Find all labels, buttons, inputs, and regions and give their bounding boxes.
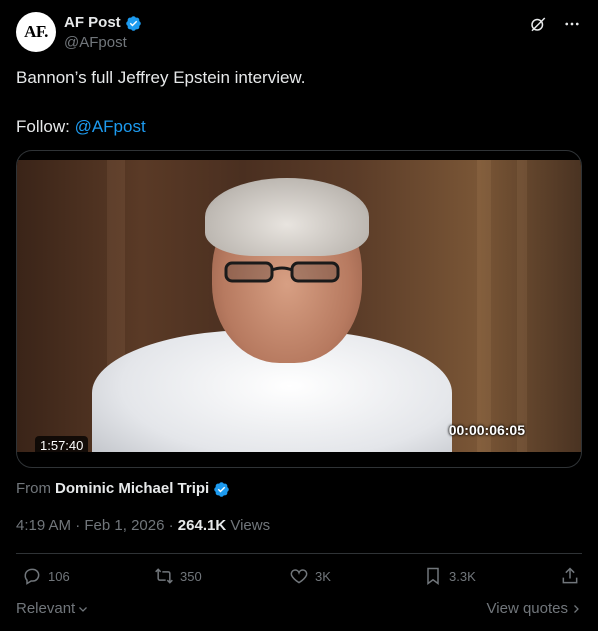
verified-badge-icon bbox=[125, 15, 141, 31]
sort-dropdown[interactable]: Relevant bbox=[16, 600, 89, 617]
repost-count: 350 bbox=[180, 568, 202, 584]
video-player[interactable]: 00:00:06:05 1:57:40 bbox=[16, 150, 582, 468]
source-attribution: From Dominic Michael Tripi bbox=[16, 479, 230, 499]
views-label: Views bbox=[230, 517, 271, 534]
view-quotes-link[interactable]: View quotes bbox=[487, 600, 582, 617]
bookmark-button[interactable]: 3.3K bbox=[423, 566, 476, 586]
heart-icon bbox=[290, 569, 308, 584]
bookmark-icon bbox=[427, 567, 439, 585]
video-duration-badge: 1:57:40 bbox=[35, 436, 89, 456]
chevron-down-icon bbox=[79, 606, 88, 612]
reply-button[interactable]: 106 bbox=[22, 566, 70, 586]
grok-icon[interactable] bbox=[528, 14, 548, 34]
repost-icon bbox=[155, 568, 173, 584]
bookmark-count: 3.3K bbox=[449, 568, 476, 584]
author-display-name[interactable]: AF Post bbox=[64, 13, 142, 33]
author-names: AF Post @AFpost bbox=[64, 13, 142, 53]
reply-count: 106 bbox=[48, 568, 70, 584]
from-label: From bbox=[16, 480, 51, 497]
video-subject-hair bbox=[205, 178, 369, 256]
mention-link[interactable]: @AFpost bbox=[75, 117, 146, 136]
view-quotes-label: View quotes bbox=[486, 600, 568, 617]
verified-badge-icon bbox=[214, 481, 229, 497]
replies-footer: Relevant View quotes bbox=[16, 600, 582, 620]
like-button[interactable]: 3K bbox=[289, 566, 331, 586]
share-button[interactable] bbox=[560, 566, 580, 586]
tweet-text-line: Bannon’s full Jeffrey Epstein interview. bbox=[16, 68, 306, 87]
meta-separator: · bbox=[164, 517, 178, 534]
repost-button[interactable]: 350 bbox=[154, 566, 202, 586]
tweet-time[interactable]: 4:19 AM bbox=[16, 517, 71, 534]
avatar[interactable]: AF. bbox=[16, 12, 56, 52]
divider bbox=[16, 553, 582, 554]
action-bar: 106 350 3K 3.3K bbox=[16, 566, 582, 590]
source-author-link[interactable]: Dominic Michael Tripi bbox=[55, 479, 209, 499]
sort-label: Relevant bbox=[16, 600, 76, 617]
tweet-date[interactable]: Feb 1, 2026 bbox=[84, 517, 164, 534]
author-display-name-text[interactable]: AF Post bbox=[64, 13, 121, 33]
chevron-right-icon bbox=[574, 604, 579, 613]
tweet-meta: 4:19 AM · Feb 1, 2026 · 264.1K Views bbox=[16, 516, 270, 536]
tweet-follow-line: Follow: @AFpost bbox=[16, 117, 582, 137]
author-handle[interactable]: @AFpost bbox=[64, 33, 142, 53]
more-options-icon[interactable] bbox=[562, 14, 582, 34]
video-timecode: 00:00:06:05 bbox=[448, 422, 525, 438]
reply-icon bbox=[24, 568, 40, 585]
video-frame[interactable]: 00:00:06:05 bbox=[17, 160, 581, 452]
views-count: 264.1K bbox=[177, 517, 227, 534]
follow-label: Follow: bbox=[16, 117, 75, 136]
like-count: 3K bbox=[315, 568, 331, 584]
meta-separator: · bbox=[71, 517, 85, 534]
header-icons bbox=[528, 14, 582, 34]
share-icon bbox=[562, 567, 578, 584]
video-subject-glasses bbox=[224, 261, 340, 283]
tweet-header: AF. AF Post @AFpost bbox=[16, 12, 582, 54]
